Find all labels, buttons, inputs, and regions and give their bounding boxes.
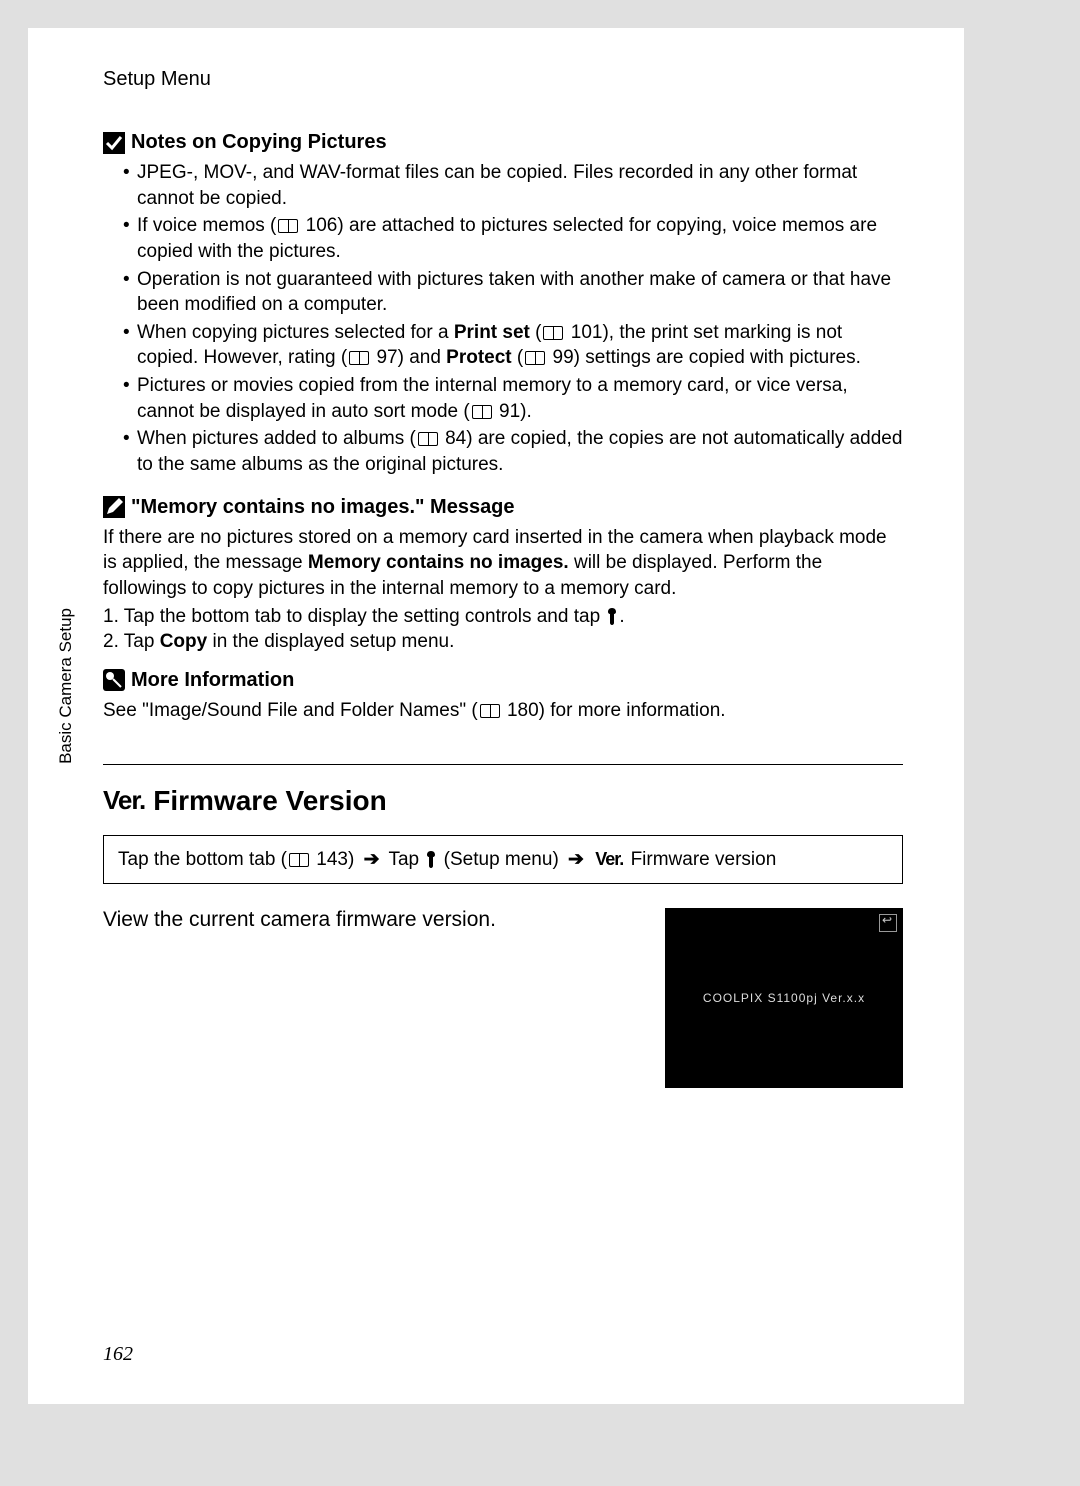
step-2: 2. Tap Copy in the displayed setup menu. (103, 629, 903, 655)
text-fragment: Tap (384, 849, 425, 870)
text-fragment: 1. Tap the bottom tab to display the set… (103, 606, 605, 627)
firmware-title-text: Firmware Version (153, 785, 386, 817)
notes-copying-title: Notes on Copying Pictures (103, 131, 903, 154)
firmware-screen-text: COOLPIX S1100pj Ver.x.x (665, 991, 903, 1005)
text-fragment: Firmware version (625, 849, 776, 870)
caution-check-icon (103, 132, 125, 154)
notes-list: JPEG-, MOV-, and WAV-format files can be… (103, 160, 903, 478)
text-fragment: When copying pictures selected for a (137, 322, 454, 343)
bold-text: Protect (446, 347, 511, 368)
step-1: 1. Tap the bottom tab to display the set… (103, 604, 903, 630)
text-fragment: 2. Tap (103, 631, 160, 652)
wrench-icon (424, 850, 438, 868)
page-content: Setup Menu Notes on Copying Pictures JPE… (103, 68, 903, 932)
section-title-text: More Information (131, 669, 294, 692)
text-fragment: 91). (494, 401, 532, 422)
note-item: When copying pictures selected for a Pri… (123, 320, 903, 371)
text-fragment: If voice memos ( (137, 215, 276, 236)
book-icon (543, 326, 563, 340)
text-fragment: (Setup menu) (438, 849, 564, 870)
book-icon (480, 704, 500, 718)
text-fragment: Tap the bottom tab ( (118, 849, 287, 870)
book-icon (278, 219, 298, 233)
book-icon (289, 853, 309, 867)
arrow-right-icon: ➔ (364, 849, 380, 870)
pencil-icon (103, 496, 125, 518)
text-fragment: ( (530, 322, 542, 343)
book-icon (472, 405, 492, 419)
bold-text: Memory contains no images. (308, 552, 569, 573)
text-fragment: See "Image/Sound File and Folder Names" … (103, 700, 478, 721)
note-item: Pictures or movies copied from the inter… (123, 373, 903, 424)
note-item: When pictures added to albums ( 84) are … (123, 426, 903, 477)
ver-icon: Ver. (595, 849, 623, 869)
text-fragment: When pictures added to albums ( (137, 428, 416, 449)
text-fragment: Pictures or movies copied from the inter… (137, 375, 848, 422)
book-icon (349, 351, 369, 365)
text-fragment: 99) settings are copied with pictures. (547, 347, 861, 368)
ver-icon: Ver. (103, 785, 145, 816)
text-fragment: 180) for more information. (502, 700, 726, 721)
page-header: Setup Menu (103, 68, 903, 91)
side-chapter-label: Basic Camera Setup (56, 608, 76, 764)
back-icon (879, 914, 897, 932)
arrow-right-icon: ➔ (568, 849, 584, 870)
text-fragment: 97) and (371, 347, 446, 368)
firmware-nav-path: Tap the bottom tab ( 143) ➔ Tap (Setup m… (103, 835, 903, 884)
text-fragment: in the displayed setup menu. (207, 631, 454, 652)
section-title-text: "Memory contains no images." Message (131, 496, 515, 519)
more-info-title: More Information (103, 669, 903, 692)
book-icon (418, 432, 438, 446)
bold-text: Print set (454, 322, 530, 343)
text-fragment: ( (512, 347, 524, 368)
manual-page: Basic Camera Setup Setup Menu Notes on C… (28, 28, 964, 1404)
text-fragment: . (619, 606, 624, 627)
section-title-text: Notes on Copying Pictures (131, 131, 387, 154)
page-number: 162 (103, 1343, 133, 1366)
note-item: If voice memos ( 106) are attached to pi… (123, 213, 903, 264)
more-info-paragraph: See "Image/Sound File and Folder Names" … (103, 698, 903, 724)
firmware-version-heading: Ver. Firmware Version (103, 785, 903, 817)
memory-message-paragraph: If there are no pictures stored on a mem… (103, 525, 903, 602)
wrench-icon (605, 607, 619, 625)
note-item: Operation is not guaranteed with picture… (123, 267, 903, 318)
text-fragment: 143) (311, 849, 360, 870)
note-item: JPEG-, MOV-, and WAV-format files can be… (123, 160, 903, 211)
book-icon (525, 351, 545, 365)
memory-message-title: "Memory contains no images." Message (103, 496, 903, 519)
bold-text: Copy (160, 631, 208, 652)
more-info-icon (103, 669, 125, 691)
firmware-screen-preview: COOLPIX S1100pj Ver.x.x (665, 908, 903, 1088)
section-divider (103, 764, 903, 765)
